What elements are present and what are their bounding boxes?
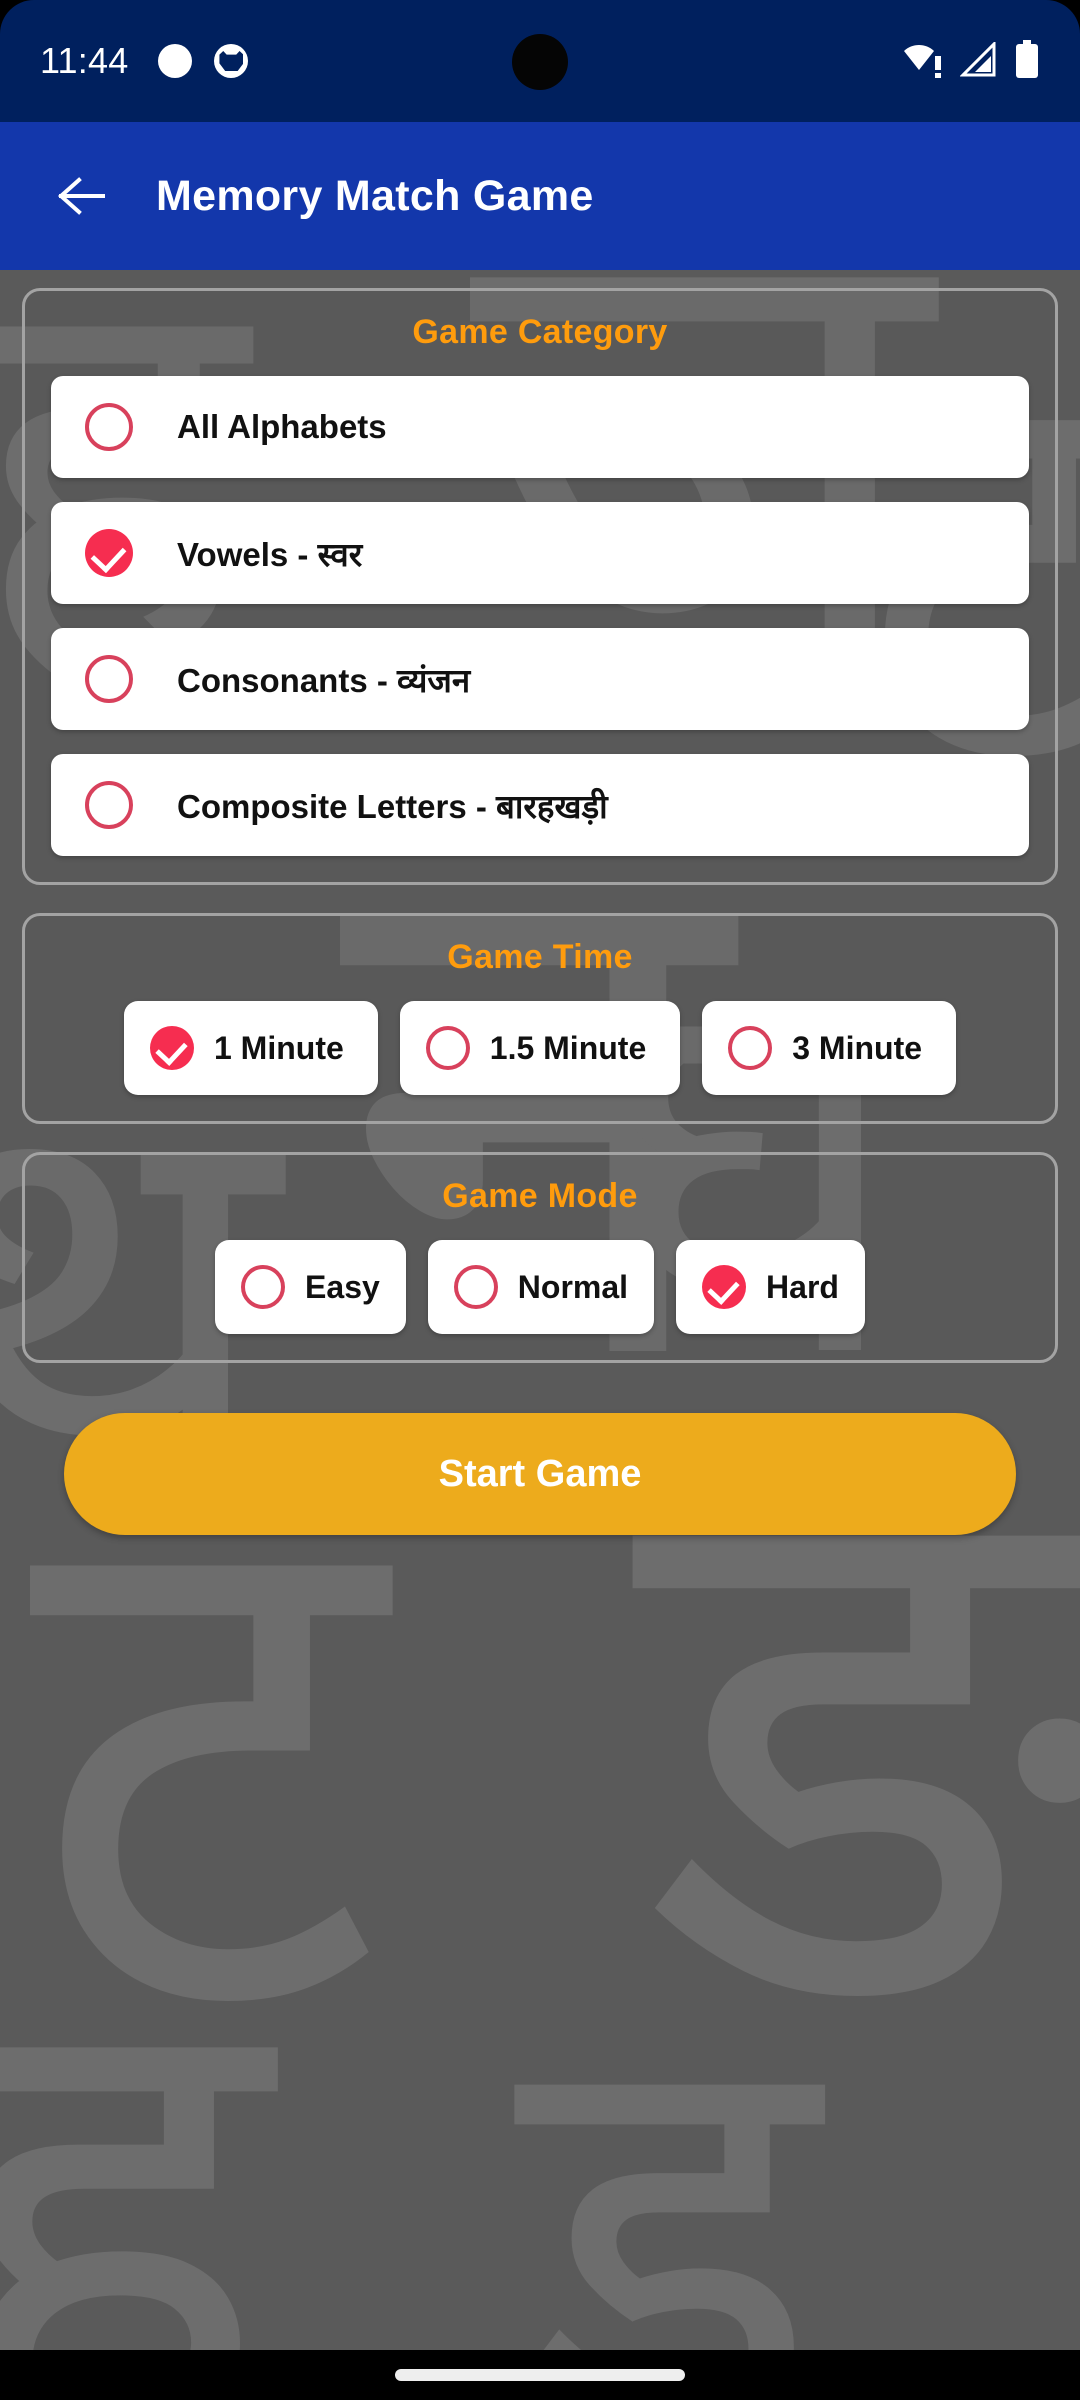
mode-option-hard[interactable]: Hard <box>676 1240 865 1334</box>
camera-punch-hole <box>512 34 568 90</box>
category-option-all-alphabets[interactable]: All Alphabets <box>51 376 1029 478</box>
game-mode-panel: Game Mode Easy Normal Hard <box>22 1152 1058 1363</box>
radio-unchecked-icon[interactable] <box>85 403 133 451</box>
radio-unchecked-icon[interactable] <box>453 1265 498 1309</box>
category-option-vowels[interactable]: Vowels - स्वर <box>51 502 1029 604</box>
settings-form: Game Category All Alphabets Vowels - स्व… <box>0 270 1080 1535</box>
start-button-container: Start Game <box>22 1391 1058 1535</box>
mode-option-label: Hard <box>766 1268 839 1305</box>
main-content: ह ज ट न थ घ ट ङ ह ड Game Category All Al… <box>0 270 1080 2350</box>
back-button[interactable] <box>46 161 116 231</box>
radio-unchecked-icon[interactable] <box>85 781 133 829</box>
watermark-glyph: ह <box>0 1859 270 2351</box>
cellular-signal-icon <box>960 42 996 77</box>
watermark-glyph: ड <box>520 1914 820 2350</box>
arrow-left-icon <box>57 177 105 215</box>
system-nav-bar <box>0 2350 1080 2400</box>
app-bar: Memory Match Game <box>0 122 1080 270</box>
game-time-options: 1 Minute 1.5 Minute 3 Minute <box>51 1001 1029 1095</box>
phone-screen: 11:44 Memory Match Game न थ घ ट ङ ह ड Ga… <box>0 0 1080 2400</box>
start-game-button[interactable]: Start Game <box>64 1413 1016 1535</box>
category-option-composite-letters[interactable]: Composite Letters - बारहखड़ी <box>51 754 1029 856</box>
game-mode-title: Game Mode <box>442 1177 638 1215</box>
radio-checked-icon[interactable] <box>702 1265 747 1309</box>
radio-unchecked-icon[interactable] <box>85 655 133 703</box>
page-title: Memory Match Game <box>156 171 594 220</box>
circle-notification-icon <box>158 44 193 78</box>
category-option-label: All Alphabets <box>177 408 387 445</box>
home-indicator-pill[interactable] <box>395 2369 685 2381</box>
category-option-label: Consonants - व्यंजन <box>177 661 471 699</box>
status-bar-notification-icons <box>158 44 249 78</box>
status-bar-system-icons <box>902 40 1040 82</box>
radio-checked-icon[interactable] <box>149 1026 194 1070</box>
time-option-1-minute[interactable]: 1 Minute <box>123 1001 378 1095</box>
time-option-label: 1 Minute <box>213 1029 344 1066</box>
radio-unchecked-icon[interactable] <box>425 1026 470 1070</box>
game-category-panel: Game Category All Alphabets Vowels - स्व… <box>22 288 1058 885</box>
radio-unchecked-icon[interactable] <box>728 1026 773 1070</box>
wifi-warning-icon <box>904 45 941 78</box>
mode-option-label: Normal <box>517 1268 629 1305</box>
game-time-panel: Game Time 1 Minute 1.5 Minute 3 Minute <box>22 913 1058 1124</box>
category-option-consonants[interactable]: Consonants - व्यंजन <box>51 628 1029 730</box>
radio-unchecked-icon[interactable] <box>241 1265 286 1309</box>
time-option-label: 3 Minute <box>792 1029 923 1066</box>
category-option-label: Vowels - स्वर <box>177 535 363 573</box>
game-mode-options: Easy Normal Hard <box>51 1240 1029 1334</box>
cat-face-notification-icon <box>214 44 249 78</box>
status-bar-clock: 11:44 <box>40 40 129 81</box>
time-option-label: 1.5 Minute <box>489 1029 647 1066</box>
game-time-title: Game Time <box>447 938 633 976</box>
time-option-1-5-minute[interactable]: 1.5 Minute <box>399 1001 681 1095</box>
mode-option-label: Easy <box>305 1268 380 1305</box>
radio-checked-icon[interactable] <box>85 529 133 577</box>
time-option-3-minute[interactable]: 3 Minute <box>702 1001 957 1095</box>
battery-full-icon <box>1016 40 1038 78</box>
game-category-title: Game Category <box>412 313 668 351</box>
mode-option-normal[interactable]: Normal <box>427 1240 655 1334</box>
category-option-label: Composite Letters - बारहखड़ी <box>177 787 608 825</box>
mode-option-easy[interactable]: Easy <box>215 1240 406 1334</box>
